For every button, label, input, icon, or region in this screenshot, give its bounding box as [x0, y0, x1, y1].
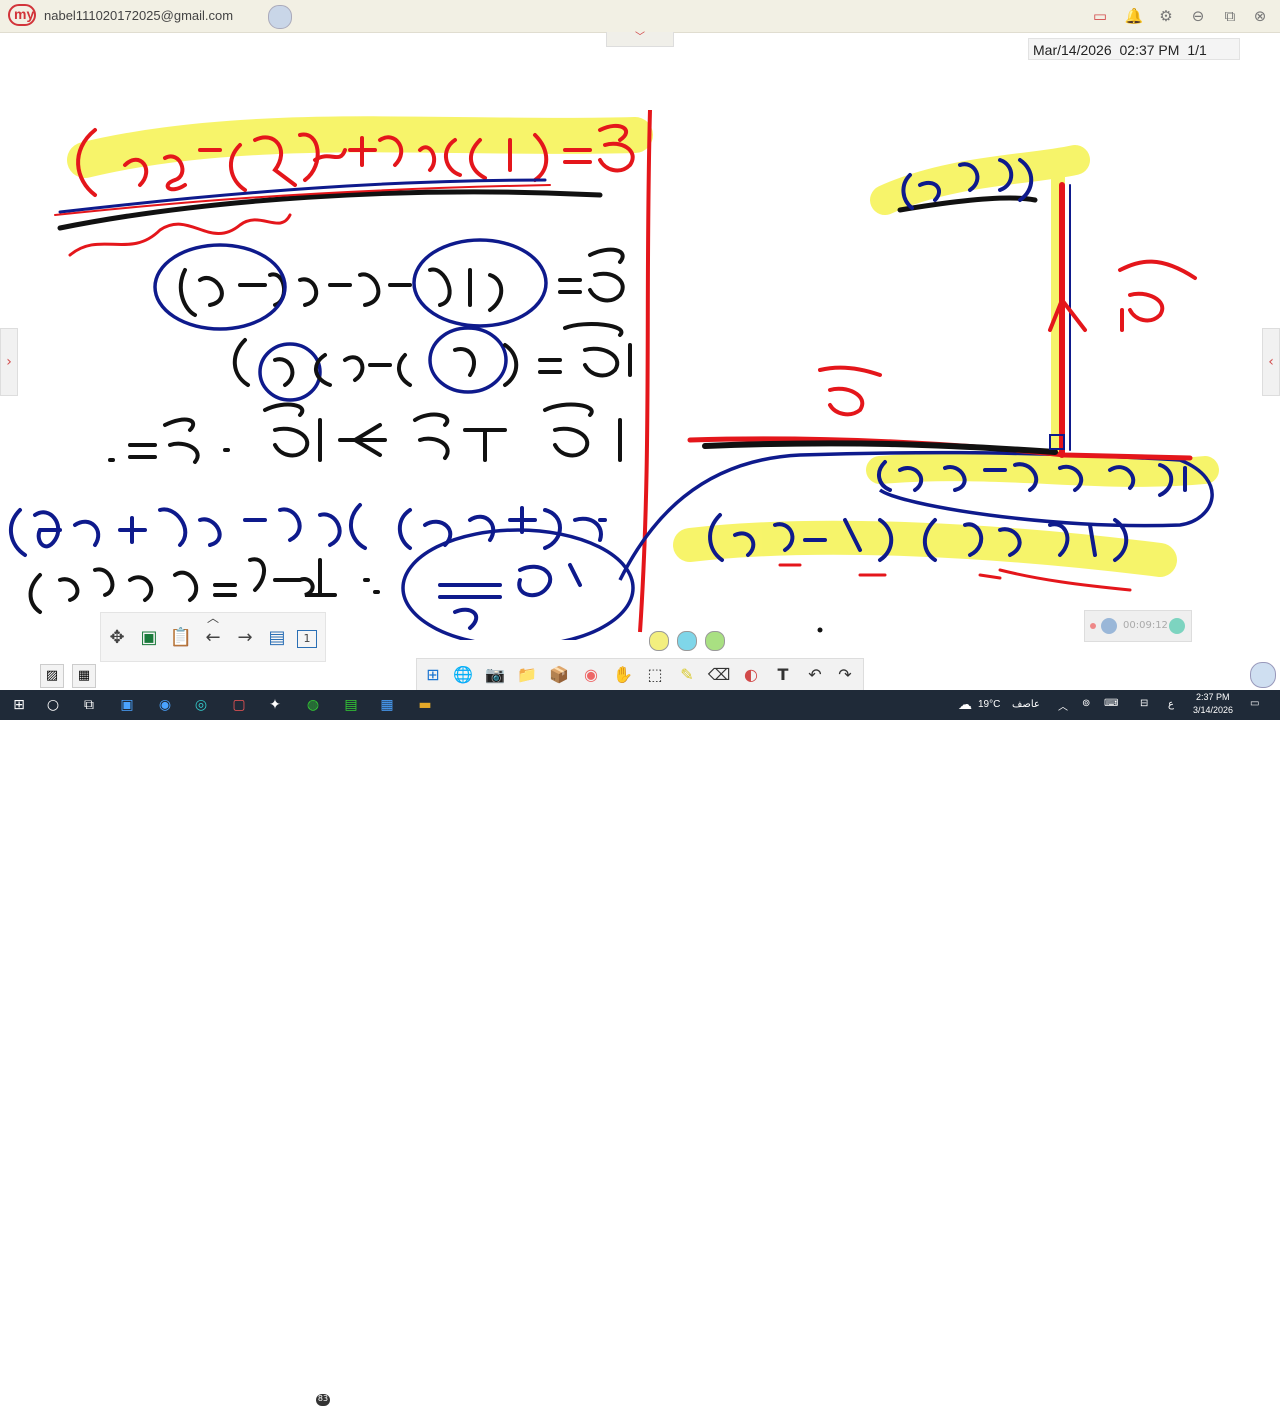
dot-mark: [817, 627, 823, 633]
weather-temp: 19°C: [978, 699, 1001, 710]
shapes-icon[interactable]: ◐: [739, 664, 763, 686]
weather-desc: عاصف: [1012, 699, 1040, 710]
boxed-answer: [438, 563, 582, 630]
browser-icon[interactable]: ◉: [579, 664, 603, 686]
equation-line-2: [178, 247, 625, 317]
hand-icon[interactable]: ✋: [611, 664, 635, 686]
globe-icon[interactable]: 🌐: [451, 664, 475, 686]
recording-dot: [1090, 623, 1096, 629]
explorer-icon[interactable]: ▬: [414, 695, 436, 715]
myviewboard-icon[interactable]: ▢: [228, 695, 250, 715]
tray-icon[interactable]: ⊟: [1140, 698, 1148, 709]
account-email: nabel111020172025@gmail.com: [44, 8, 234, 23]
select-icon[interactable]: ⬚: [643, 664, 667, 686]
text-icon[interactable]: T: [771, 664, 795, 686]
tray-chevron[interactable]: ︿: [1058, 698, 1068, 713]
recording-time: 00:09:12: [1123, 620, 1168, 631]
app-icon-2[interactable]: ▤: [340, 695, 362, 715]
cyan-pen-swatch[interactable]: [677, 631, 697, 651]
move-icon[interactable]: ✥: [105, 627, 129, 649]
pause-recording-button[interactable]: [1101, 618, 1117, 634]
app-icon-3[interactable]: ▦: [376, 695, 398, 715]
pages-button[interactable]: 1: [297, 630, 317, 648]
box-icon[interactable]: 📦: [547, 664, 571, 686]
divider-line: [638, 109, 652, 633]
green-pen-swatch[interactable]: [705, 631, 725, 651]
task-view-icon[interactable]: ⧉: [78, 695, 100, 715]
weather-icon[interactable]: ☁: [954, 695, 976, 715]
yellow-pen-swatch[interactable]: [649, 631, 669, 651]
language-indicator[interactable]: ع: [1168, 699, 1174, 710]
app-logo-text: my: [14, 6, 35, 22]
recording-widget: 00:09:12: [1084, 610, 1192, 642]
equation-line-3: [232, 322, 632, 387]
clock-date[interactable]: 3/14/2026: [1193, 705, 1233, 715]
clock-time[interactable]: 2:37 PM: [1196, 692, 1230, 702]
clipboard-icon[interactable]: 📋: [169, 627, 193, 649]
notification-icon[interactable]: ▭: [1250, 698, 1259, 709]
start-icon[interactable]: ⊞: [8, 695, 30, 715]
windows-icon[interactable]: ⊞: [421, 664, 445, 686]
redo-icon[interactable]: ↷: [833, 664, 857, 686]
arrow-right-icon[interactable]: →: [233, 627, 257, 649]
notification-badge: 83: [316, 1394, 330, 1406]
search-icon[interactable]: ○: [42, 695, 64, 715]
equation-line-6: [28, 557, 380, 614]
stop-recording-button[interactable]: [1169, 618, 1185, 634]
whiteboard-canvas[interactable]: [0, 40, 1280, 640]
keyboard-icon[interactable]: ⌨: [1104, 698, 1118, 709]
avatar[interactable]: [268, 5, 292, 29]
highlighter-icon[interactable]: ✎: [675, 664, 699, 686]
equation-line-4: [108, 402, 622, 464]
image-icon[interactable]: ▨: [40, 664, 64, 688]
vector-labels: [818, 259, 1197, 417]
red-marks-bottom: [778, 563, 1132, 592]
undo-icon[interactable]: ↶: [803, 664, 827, 686]
add-page-icon[interactable]: ▤: [265, 627, 289, 649]
whatsapp-icon[interactable]: ◍: [302, 695, 324, 715]
edge-icon[interactable]: ◎: [190, 695, 212, 715]
drawing-toolbar: ⊞ 🌐 📷 📁 📦 ◉ ✋ ⬚ ✎ ⌫ ◐ T ↶ ↷: [416, 658, 864, 692]
bell-icon[interactable]: 🔔: [1124, 6, 1144, 26]
camera-icon[interactable]: 📷: [483, 664, 507, 686]
underline-strokes: [54, 178, 603, 257]
eraser-icon[interactable]: ⌫: [707, 664, 731, 686]
network-icon[interactable]: ⊚: [1082, 698, 1090, 709]
close-icon[interactable]: ⊗: [1250, 6, 1270, 26]
os-taskbar: ⊞ ○ ⧉ ▣ ◉ ◎ ▢ ✦ ◍ 83 ▤ ▦ ▬ ☁ 19°C عاصف ︿…: [0, 690, 1280, 1406]
app-title-bar: my nabel111020172025@gmail.com ▭ 🔔 ⚙ ⊖ ⧉…: [0, 0, 1280, 33]
page-navigation-toolbar: ✥ ▣ 📋 ← → ▤ 1 ︿: [100, 611, 326, 662]
arrow-left-icon[interactable]: ←: [201, 627, 225, 649]
cast-icon[interactable]: ▭: [1090, 6, 1110, 26]
folder-icon[interactable]: 📁: [515, 664, 539, 686]
copilot-icon[interactable]: ✦: [264, 695, 286, 715]
zoom-icon[interactable]: ◉: [154, 695, 176, 715]
globe-icon-corner[interactable]: [1250, 662, 1276, 688]
export-icon[interactable]: ▣: [137, 627, 161, 649]
app-icon-1[interactable]: ▣: [116, 695, 138, 715]
chevron-up-icon[interactable]: ︿: [201, 607, 225, 629]
gear-icon[interactable]: ⚙: [1156, 6, 1176, 26]
board-icon[interactable]: ▦: [72, 664, 96, 688]
minimize-icon[interactable]: ⊖: [1188, 6, 1208, 26]
axis-diagram: [687, 182, 1193, 461]
restore-icon[interactable]: ⧉: [1220, 6, 1240, 26]
